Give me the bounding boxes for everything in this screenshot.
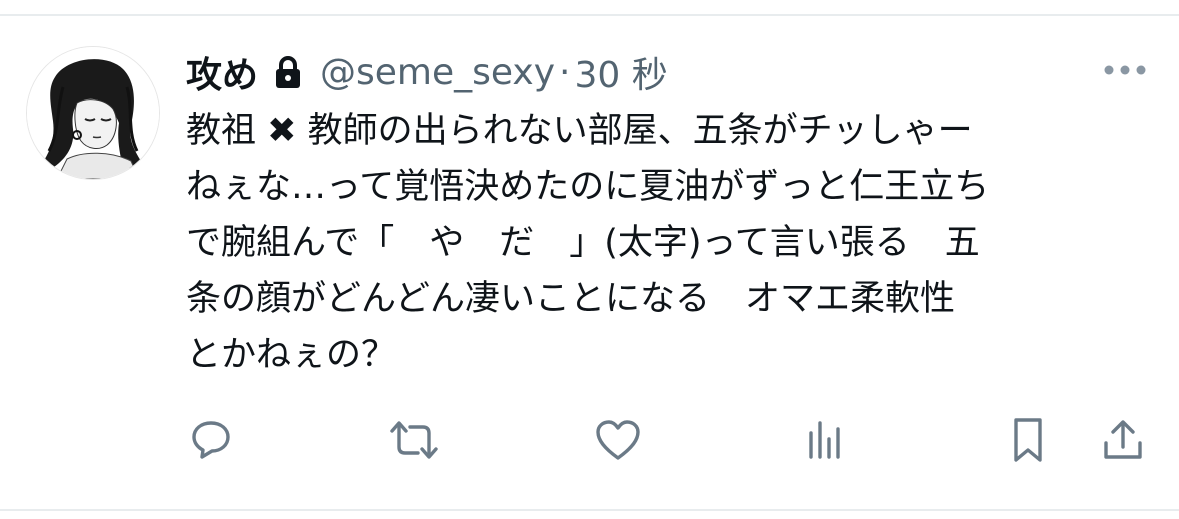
like-button[interactable]: [592, 414, 644, 466]
top-divider: [0, 14, 1179, 16]
views-button[interactable]: [798, 414, 850, 466]
timestamp[interactable]: 30 秒: [574, 46, 667, 98]
tweet-text: 教祖 ✖ 教師の出られない部屋、五条がチッしゃー ねぇな…って覚悟決めたのに夏油…: [186, 103, 1146, 383]
avatar[interactable]: [26, 46, 160, 180]
retweet-icon: [390, 421, 438, 459]
share-button[interactable]: [1097, 414, 1149, 466]
lock-icon: [274, 54, 302, 90]
tweet-text-line: とかねぇの？: [186, 335, 397, 375]
tweet-header: 攻め @seme_sexy · 30 秒: [186, 44, 668, 100]
share-icon: [1104, 420, 1142, 459]
tweet-text-line: ねぇな…って覚悟決めたのに夏油がずっと仁王立ち: [186, 167, 990, 207]
bottom-divider: [0, 509, 1179, 511]
separator-dot: ·: [559, 51, 571, 93]
tweet-text-line: で腕組んで「 や だ 」(太字)って言い張る 五: [186, 223, 980, 263]
tweet-text-line: 教祖 ✖ 教師の出られない部屋、五条がチッしゃー: [186, 111, 973, 151]
user-handle[interactable]: @seme_sexy: [320, 52, 555, 93]
reply-icon: [192, 421, 230, 459]
reply-button[interactable]: [185, 414, 237, 466]
bookmark-button[interactable]: [1002, 414, 1054, 466]
tweet-text-line: 条の顔がどんどん凄いことになる オマエ柔軟性: [186, 279, 955, 319]
bookmark-icon: [1014, 418, 1042, 462]
like-icon: [596, 420, 640, 460]
action-bar: [0, 414, 1179, 470]
views-icon: [809, 421, 840, 459]
retweet-button[interactable]: [388, 414, 440, 466]
display-name[interactable]: 攻め: [186, 46, 258, 98]
more-icon[interactable]: [1102, 62, 1148, 78]
